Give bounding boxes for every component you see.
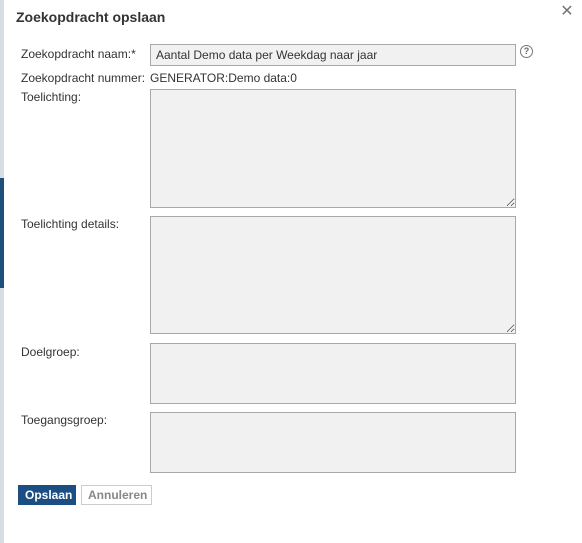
save-button[interactable]: Opslaan bbox=[18, 485, 76, 505]
save-search-dialog: Zoekopdracht opslaan ✕ Zoekopdracht naam… bbox=[4, 0, 582, 543]
explanation-label: Toelichting: bbox=[21, 90, 82, 104]
number-label: Zoekopdracht nummer: bbox=[21, 71, 146, 85]
explanation-textarea[interactable] bbox=[150, 89, 516, 208]
name-field[interactable] bbox=[150, 44, 516, 66]
access-group-label: Toegangsgroep: bbox=[21, 413, 108, 427]
number-value: GENERATOR:Demo data:0 bbox=[150, 71, 297, 85]
close-icon[interactable]: ✕ bbox=[560, 4, 574, 20]
name-label: Zoekopdracht naam:* bbox=[21, 47, 136, 61]
target-group-label: Doelgroep: bbox=[21, 345, 80, 359]
explanation-details-textarea[interactable] bbox=[150, 216, 516, 334]
access-group-field[interactable] bbox=[150, 412, 516, 473]
cancel-button[interactable]: Annuleren bbox=[81, 485, 152, 505]
explanation-details-label: Toelichting details: bbox=[21, 217, 120, 231]
target-group-field[interactable] bbox=[150, 343, 516, 404]
dialog-title: Zoekopdracht opslaan bbox=[16, 9, 166, 25]
help-icon[interactable]: ? bbox=[520, 45, 533, 58]
